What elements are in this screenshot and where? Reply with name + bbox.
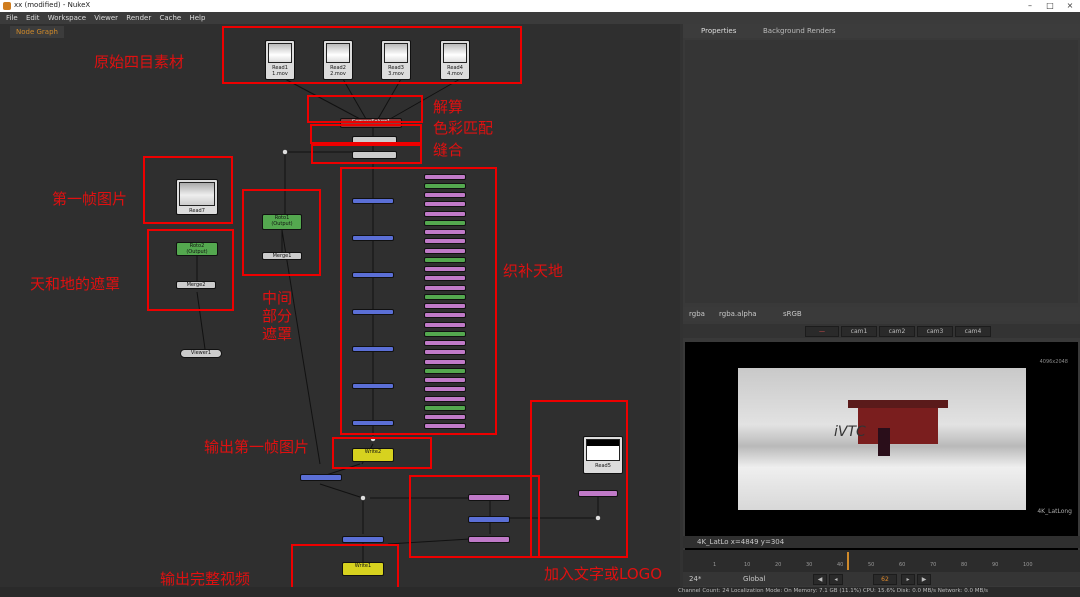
annotation-solve: 解算 — [433, 98, 464, 116]
annotation-box-firstframe — [143, 156, 233, 224]
annotation-firstframe: 第一帧图片 — [52, 190, 128, 208]
play-backward-icon[interactable]: ◀ — [813, 574, 827, 585]
annotation-box-mask — [147, 229, 234, 311]
merge-node[interactable] — [342, 536, 384, 543]
ivtc-logo: iVTC — [834, 424, 866, 440]
person-shape — [878, 428, 890, 456]
mode-select[interactable]: Global — [743, 575, 765, 583]
viewer-toolbar: rgba rgba.alpha sRGB — [683, 307, 1080, 321]
viewer-input-bar: — cam1 cam2 cam3 cam4 — [683, 324, 1080, 338]
merge-node[interactable] — [300, 474, 342, 481]
temple-roof — [848, 400, 948, 408]
title-bar: xx (modified) - NukeX – □ × — [0, 0, 1080, 12]
close-icon[interactable]: × — [1060, 0, 1080, 12]
annotation-mask-sky: 天和地的遮罩 — [30, 275, 121, 293]
temple-shape — [858, 406, 938, 444]
tab-background-renders[interactable]: Background Renders — [763, 27, 836, 35]
status-text: Channel Count: 24 Localization Mode: On … — [678, 588, 989, 594]
timeline-tick-label: 90 — [992, 562, 999, 568]
annotation-box-textlogo — [409, 475, 540, 558]
timeline-tick-label: 100 — [1023, 562, 1033, 568]
annotation-color: 色彩匹配 — [433, 119, 494, 137]
frame-field[interactable]: 62 — [873, 574, 897, 585]
viewer-node[interactable]: Viewer1 — [180, 349, 222, 358]
cam-button[interactable]: cam2 — [879, 326, 915, 337]
annotation-raw: 原始四目素材 — [94, 53, 185, 71]
timeline-tick-label: 80 — [961, 562, 968, 568]
pixel-info: 4K_LatLo x=4849 y=304 — [697, 538, 785, 546]
timeline-tick-label: 10 — [744, 562, 751, 568]
format-label-top: 4096x2048 — [1039, 359, 1068, 365]
menu-bar: File Edit Workspace Viewer Render Cache … — [0, 12, 1080, 24]
timeline-tick-label: 1 — [713, 562, 717, 568]
node-graph-panel[interactable]: Node Graph Read1 1.mov Read2 2.mov Read3… — [0, 24, 680, 597]
menu-render[interactable]: Render — [126, 12, 151, 24]
format-label-bottom: 4K_LatLong — [1037, 508, 1072, 515]
maximize-icon[interactable]: □ — [1040, 0, 1060, 12]
annotation-outfirst: 输出第一帧图片 — [204, 438, 310, 456]
right-panel: Properties Background Renders rgba rgba.… — [683, 24, 1080, 597]
cam-button[interactable]: cam4 — [955, 326, 991, 337]
menu-help[interactable]: Help — [189, 12, 205, 24]
menu-file[interactable]: File — [6, 12, 18, 24]
timeline-tick-label: 60 — [899, 562, 906, 568]
viewer-status: 4K_LatLo x=4849 y=304 — [683, 536, 1080, 548]
timeline-tick-label: 40 — [837, 562, 844, 568]
latlong-image: iVTC — [738, 368, 1026, 510]
channels-select[interactable]: rgba — [689, 310, 705, 318]
playback-controls: 24* Global 62 ◀ ◂ ▸ ▶ — [683, 572, 1080, 586]
tab-properties[interactable]: Properties — [701, 27, 736, 35]
annotation-box-textlogo-top — [530, 400, 628, 558]
properties-area — [685, 40, 1078, 303]
annotation-box-solve — [307, 95, 423, 123]
nuke-app-icon — [3, 2, 11, 10]
annotation-textlogo: 加入文字或LOGO — [544, 565, 663, 583]
play-forward-icon[interactable]: ▶ — [917, 574, 931, 585]
annotation-box-raw — [222, 26, 522, 84]
fps-field[interactable]: 24* — [689, 575, 701, 583]
timeline-tick-label: 50 — [868, 562, 875, 568]
annotation-midmask: 中间 部分 遮罩 — [262, 289, 293, 343]
colorspace-select[interactable]: sRGB — [783, 310, 802, 318]
alpha-select[interactable]: rgba.alpha — [719, 310, 757, 318]
minimize-icon[interactable]: – — [1020, 0, 1040, 12]
step-forward-icon[interactable]: ▸ — [901, 574, 915, 585]
annotation-patch: 织补天地 — [503, 262, 564, 280]
annotation-box-color — [310, 124, 422, 144]
menu-viewer[interactable]: Viewer — [94, 12, 118, 24]
viewer-canvas[interactable]: 4096x2048 iVTC 4K_LatLong — [685, 342, 1078, 554]
cam-button[interactable]: cam1 — [841, 326, 877, 337]
annotation-box-outfirst — [332, 437, 432, 469]
annotation-outvideo: 输出完整视频 — [160, 570, 251, 588]
menu-edit[interactable]: Edit — [26, 12, 40, 24]
timeline-tick-label: 20 — [775, 562, 782, 568]
cam-button[interactable]: cam3 — [917, 326, 953, 337]
step-back-icon[interactable]: ◂ — [829, 574, 843, 585]
timeline-tick-label: 30 — [806, 562, 813, 568]
annotation-box-patch — [340, 167, 497, 435]
menu-workspace[interactable]: Workspace — [48, 12, 86, 24]
playhead[interactable] — [847, 552, 849, 570]
input-a-button[interactable]: — — [805, 326, 839, 337]
timeline-tick-label: 70 — [930, 562, 937, 568]
annotation-box-stitch — [311, 144, 422, 164]
status-bar: Channel Count: 24 Localization Mode: On … — [0, 587, 1080, 597]
timeline[interactable]: 1 10 20 30 40 50 60 70 80 90 100 — [683, 550, 1080, 572]
annotation-stitch: 缝合 — [433, 141, 464, 159]
window-title: xx (modified) - NukeX — [14, 1, 91, 9]
annotation-box-midmask — [242, 189, 321, 276]
properties-tabbar: Properties Background Renders — [683, 24, 1080, 38]
menu-cache[interactable]: Cache — [159, 12, 181, 24]
